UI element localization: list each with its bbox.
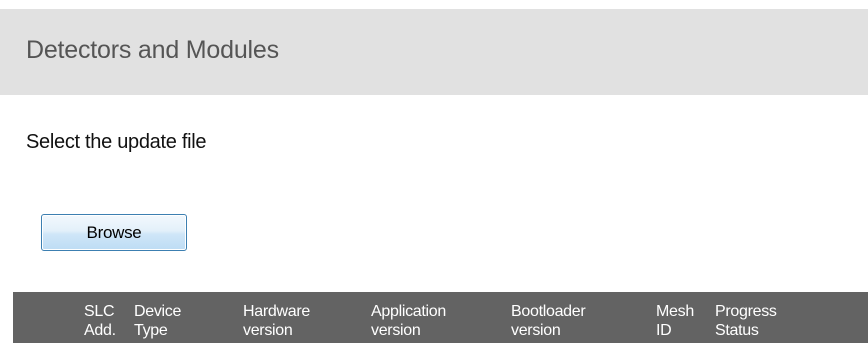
select-file-label: Select the update file: [26, 131, 207, 153]
column-header-line2: ID: [656, 322, 672, 339]
column-header-bootloader-version[interactable]: Bootloader version: [511, 302, 586, 340]
column-header-line2: version: [511, 322, 561, 339]
column-header-device-type[interactable]: Device Type: [134, 302, 181, 340]
column-header-progress-status[interactable]: Progress Status: [715, 302, 777, 340]
column-header-mesh-id[interactable]: Mesh ID: [656, 302, 694, 340]
column-header-line1: Mesh: [656, 303, 694, 320]
column-header-line2: version: [371, 322, 421, 339]
column-header-line1: Progress: [715, 303, 777, 320]
column-header-line2: version: [243, 322, 293, 339]
top-strip: [0, 0, 868, 9]
column-header-line2: Status: [715, 322, 759, 339]
section-header: Detectors and Modules: [0, 9, 868, 95]
column-header-application-version[interactable]: Application version: [371, 302, 446, 340]
column-header-line1: Hardware: [243, 303, 310, 320]
column-header-slc-address[interactable]: SLC Add.: [84, 302, 116, 340]
column-header-line1: Device: [134, 303, 182, 320]
column-header-line2: Type: [134, 322, 168, 339]
table-header: SLC Add. Device Type Hardware version Ap…: [13, 292, 868, 343]
section-title: Detectors and Modules: [26, 36, 279, 64]
column-header-line1: Bootloader: [511, 303, 586, 320]
column-header-hardware-version[interactable]: Hardware version: [243, 302, 310, 340]
browse-button[interactable]: Browse: [41, 214, 187, 251]
column-header-line1: Application: [371, 303, 446, 320]
column-header-line2: Add.: [84, 322, 116, 339]
column-header-line1: SLC: [84, 303, 115, 320]
